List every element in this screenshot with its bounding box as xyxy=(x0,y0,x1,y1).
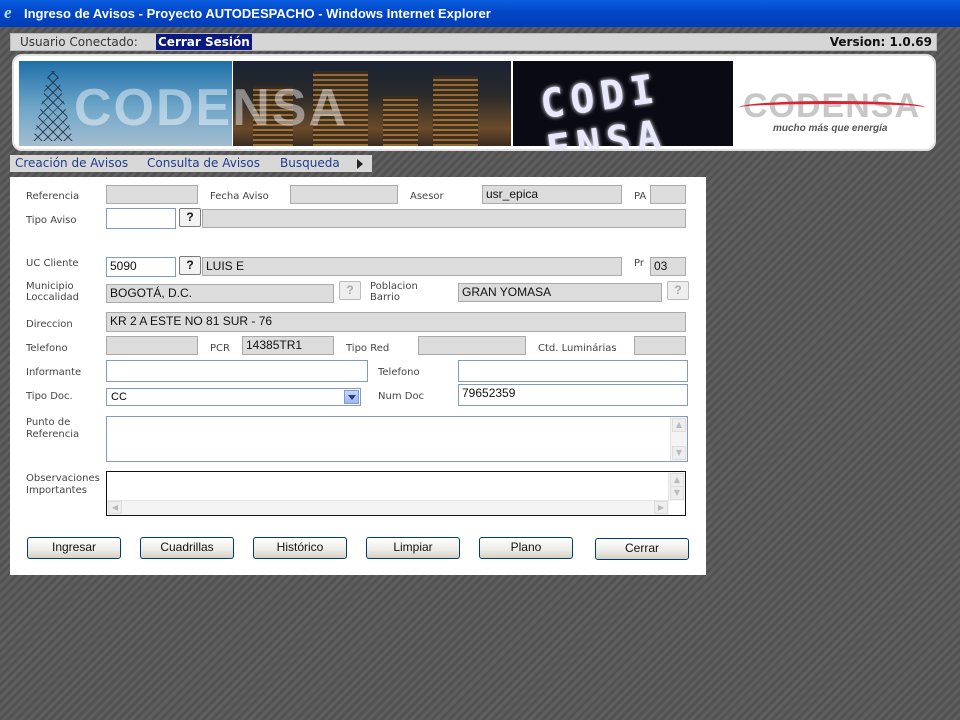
asesor-field[interactable]: usr_epica xyxy=(482,185,622,204)
pcr-field[interactable]: 14385TR1 xyxy=(242,336,334,355)
plano-button[interactable]: Plano xyxy=(479,537,573,559)
cliente-nombre-field[interactable]: LUIS E xyxy=(202,257,622,276)
municipio-field[interactable]: BOGOTÁ, D.C. xyxy=(106,284,334,303)
logout-link[interactable]: Cerrar Sesión xyxy=(156,34,252,50)
num-doc-input[interactable]: 79652359 xyxy=(458,384,688,406)
label-municipio: Municipio xyxy=(26,281,74,292)
uc-cliente-lookup-button[interactable]: ? xyxy=(179,256,201,275)
cerrar-button[interactable]: Cerrar xyxy=(595,538,689,560)
scroll-right-icon[interactable]: ▶ xyxy=(654,501,668,514)
version-label: Version: 1.0.69 xyxy=(829,35,932,49)
window-titlebar: e Ingreso de Avisos - Proyecto AUTODESPA… xyxy=(0,0,960,27)
label-tipo-red: Tipo Red xyxy=(346,343,390,354)
menu-creacion-avisos[interactable]: Creación de Avisos xyxy=(15,156,128,170)
label-barrio: Barrio xyxy=(370,292,400,303)
scroll-down-icon[interactable]: ▼ xyxy=(672,446,686,460)
label-poblacion: Poblacion xyxy=(370,281,418,292)
observaciones-vscrollbar[interactable]: ▲ ▼ xyxy=(668,472,685,501)
informante-input[interactable] xyxy=(106,360,368,382)
label-ctd-luminarias: Ctd. Luminárias xyxy=(538,343,617,354)
telefono-field[interactable] xyxy=(106,336,198,355)
tipo-aviso-description-field[interactable] xyxy=(202,209,686,228)
label-num-doc: Num Doc xyxy=(378,391,425,402)
barrio-field[interactable]: GRAN YOMASA xyxy=(458,283,662,302)
ctd-luminarias-field[interactable] xyxy=(634,336,686,355)
pa-field[interactable] xyxy=(650,185,686,204)
codensa-logo: CODENSA mucho más que energía xyxy=(735,61,929,146)
label-telefono-informante: Telefono xyxy=(378,367,420,378)
pr-field[interactable]: 03 xyxy=(650,257,686,276)
label-localidad: Loccalidad xyxy=(26,292,80,303)
label-direccion: Direccion xyxy=(26,319,73,330)
label-punto-de: Punto de xyxy=(26,417,71,428)
logo-swoosh-icon xyxy=(739,101,925,114)
label-uc-cliente: UC Cliente xyxy=(26,258,79,269)
main-menu: Creación de Avisos Consulta de Avisos Bu… xyxy=(10,155,372,172)
label-pr: Pr xyxy=(634,258,644,269)
label-informante: Informante xyxy=(26,367,82,378)
label-importantes: Importantes xyxy=(26,485,87,496)
user-bar: Usuario Conectado: Cerrar Sesión Version… xyxy=(10,33,937,51)
logo-slogan: mucho más que energía xyxy=(773,123,888,134)
banner-led-text: CODI ENSA xyxy=(537,65,670,151)
uc-cliente-input[interactable]: 5090 xyxy=(106,257,176,277)
window-title: Ingreso de Avisos - Proyecto AUTODESPACH… xyxy=(24,6,491,21)
label-pa: PA xyxy=(634,191,647,202)
tipo-aviso-input[interactable] xyxy=(106,208,176,229)
direccion-field[interactable]: KR 2 A ESTE NO 81 SUR - 76 xyxy=(106,312,686,332)
punto-referencia-textarea[interactable]: ▲ ▼ xyxy=(106,416,688,462)
menu-consulta-avisos[interactable]: Consulta de Avisos xyxy=(147,156,260,170)
label-pcr: PCR xyxy=(210,343,230,354)
referencia-field[interactable] xyxy=(106,185,198,204)
menu-busqueda[interactable]: Busqueda xyxy=(280,156,340,170)
scroll-down-icon[interactable]: ▼ xyxy=(670,486,684,500)
label-tipo-aviso: Tipo Aviso xyxy=(26,215,77,226)
scroll-left-icon[interactable]: ◀ xyxy=(108,501,122,514)
telefono-informante-input[interactable] xyxy=(458,360,688,382)
tipo-doc-select[interactable]: CC xyxy=(106,388,361,406)
ingresar-button[interactable]: Ingresar xyxy=(27,537,121,559)
cuadrillas-button[interactable]: Cuadrillas xyxy=(140,537,234,559)
scroll-up-icon[interactable]: ▲ xyxy=(670,473,684,487)
tipo-aviso-lookup-button[interactable]: ? xyxy=(179,208,201,227)
tipo-doc-selected: CC xyxy=(111,391,127,403)
internet-explorer-icon: e xyxy=(4,3,12,22)
chevron-down-icon[interactable] xyxy=(344,390,359,404)
scroll-up-icon[interactable]: ▲ xyxy=(672,418,686,432)
banner-watermark: CODENSA xyxy=(74,79,349,137)
limpiar-button[interactable]: Limpiar xyxy=(366,537,460,559)
label-telefono: Telefono xyxy=(26,343,68,354)
observaciones-textarea[interactable]: ▲ ▼ ◀ ▶ xyxy=(106,471,686,516)
header-banner: CODI ENSA CODENSA CODENSA mucho más que … xyxy=(12,54,936,151)
avisos-form: Referencia Fecha Aviso Asesor usr_epica … xyxy=(10,177,706,575)
barrio-lookup-button[interactable]: ? xyxy=(667,281,689,300)
label-referencia-2: Referencia xyxy=(26,429,80,440)
observaciones-hscrollbar[interactable]: ◀ ▶ xyxy=(107,500,669,515)
municipio-lookup-button[interactable]: ? xyxy=(339,281,361,300)
fecha-aviso-field[interactable] xyxy=(290,185,398,204)
label-fecha-aviso: Fecha Aviso xyxy=(210,191,269,202)
banner-image-led-sign: CODI ENSA xyxy=(513,61,733,149)
label-tipo-doc: Tipo Doc. xyxy=(26,391,73,402)
label-referencia: Referencia xyxy=(26,191,80,202)
user-connected-label: Usuario Conectado: xyxy=(20,35,138,49)
tipo-red-field[interactable] xyxy=(418,336,526,355)
menu-arrow-right-icon[interactable] xyxy=(357,159,363,169)
historico-button[interactable]: Histórico xyxy=(253,537,347,559)
punto-referencia-scrollbar[interactable]: ▲ ▼ xyxy=(670,417,687,461)
label-asesor: Asesor xyxy=(410,191,444,202)
label-observaciones: Observaciones xyxy=(26,473,100,484)
